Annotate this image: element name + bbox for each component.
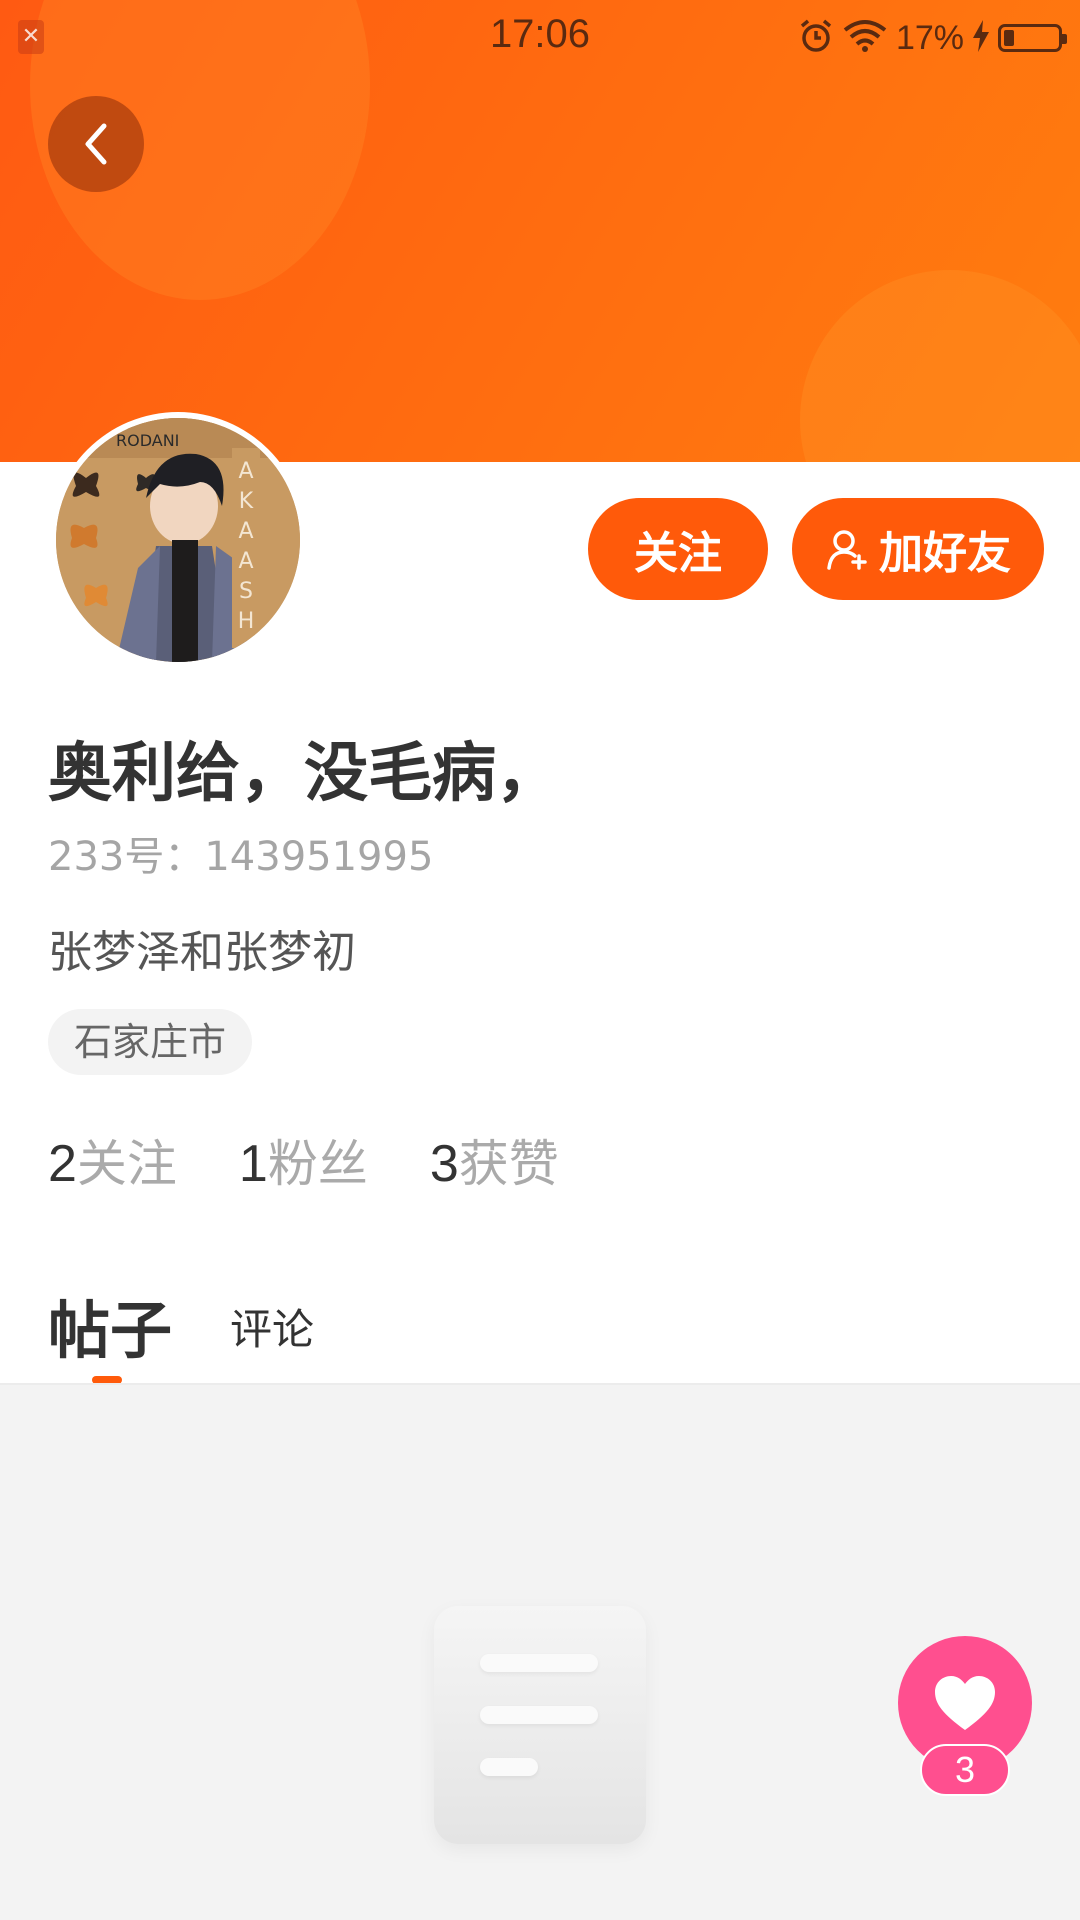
svg-text:A: A: [238, 459, 253, 484]
empty-posts-illustration: [434, 1606, 646, 1844]
svg-text:S: S: [239, 579, 253, 604]
stat-label: 关注: [76, 1135, 177, 1193]
stat-value: 3: [429, 1135, 459, 1193]
status-bar: ✕ 17:06 17%: [0, 0, 1080, 76]
status-icons: 17%: [798, 14, 1067, 62]
stat-following[interactable]: 2 关注: [48, 1124, 177, 1196]
location-tag: 石家庄市: [48, 1009, 253, 1075]
tab-comments[interactable]: 评论: [230, 1296, 314, 1357]
follow-button[interactable]: 关注: [588, 498, 768, 600]
stat-value: 1: [238, 1135, 268, 1193]
svg-text:K: K: [239, 489, 254, 514]
illustration-line: [480, 1758, 538, 1776]
avatar[interactable]: A K A A S H RODANI: [50, 412, 306, 668]
heart-icon: [935, 1676, 995, 1730]
avatar-image: A K A A S H RODANI: [56, 418, 300, 662]
stat-likes[interactable]: 3 获赞: [430, 1124, 559, 1196]
charging-icon: [972, 20, 990, 56]
svg-text:A: A: [238, 519, 253, 544]
user-bio: 张梦泽和张梦初: [48, 927, 356, 978]
add-user-icon: [827, 530, 867, 570]
like-count-badge: 3: [920, 1744, 1010, 1796]
chevron-left-icon: [85, 123, 107, 165]
follow-button-label: 关注: [634, 528, 722, 579]
tab-posts[interactable]: 帖子: [48, 1280, 172, 1370]
banner-decoration: [800, 270, 1080, 462]
wifi-icon: [842, 18, 888, 58]
back-button[interactable]: [48, 96, 144, 192]
battery-icon: [998, 24, 1067, 52]
profile-stats: 2 关注 1 粉丝 3 获赞: [48, 1124, 559, 1196]
stat-value: 2: [48, 1135, 77, 1193]
battery-percent: 17%: [895, 18, 964, 57]
user-id: 233号：143951995: [48, 834, 434, 880]
add-friend-button[interactable]: 加好友: [792, 498, 1044, 600]
stat-label: 粉丝: [267, 1135, 368, 1193]
add-friend-label: 加好友: [879, 528, 1011, 579]
stat-label: 获赞: [458, 1135, 559, 1193]
illustration-line: [480, 1654, 598, 1672]
user-nickname: 奥利给，没毛病，: [48, 737, 560, 811]
stat-followers[interactable]: 1 粉丝: [239, 1124, 368, 1196]
alarm-icon: [798, 18, 834, 58]
svg-text:H: H: [238, 609, 255, 634]
divider: [0, 1383, 1080, 1385]
profile-banner: ✕ 17:06 17%: [0, 0, 1080, 462]
svg-text:A: A: [238, 549, 253, 574]
svg-text:RODANI: RODANI: [116, 431, 179, 450]
illustration-line: [480, 1706, 598, 1724]
